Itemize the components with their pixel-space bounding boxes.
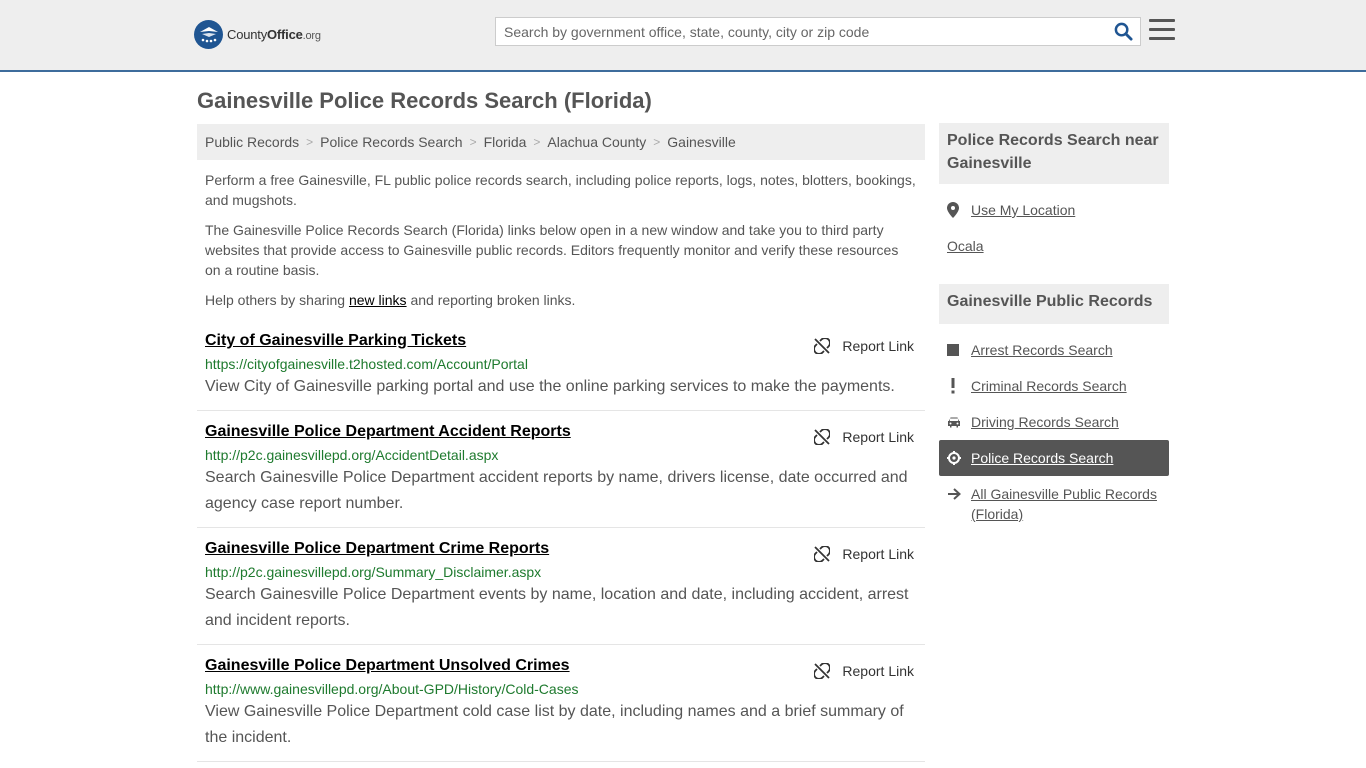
map-pin-icon (947, 200, 971, 220)
sidebar-records-heading: Gainesville Public Records (939, 284, 1169, 324)
sidebar-item-label: Police Records Search (971, 450, 1114, 466)
logo-brand-part1: County (227, 27, 267, 42)
listing-url: http://p2c.gainesvillepd.org/AccidentDet… (205, 447, 499, 463)
listing-title-link[interactable]: Gainesville Police Department Crime Repo… (205, 539, 549, 559)
broken-link-icon (814, 546, 831, 562)
sidebar-item-arrest-records[interactable]: Arrest Records Search (939, 340, 1169, 360)
hamburger-menu-icon[interactable] (1149, 19, 1175, 43)
listing-title-link[interactable]: City of Gainesville Parking Tickets (205, 331, 466, 351)
sidebar-item-criminal-records[interactable]: Criminal Records Search (939, 376, 1169, 396)
listing-item: City of Gainesville Parking Tickets Repo… (197, 329, 925, 411)
intro-p3-after: and reporting broken links. (406, 292, 576, 308)
sidebar-item-driving-records[interactable]: Driving Records Search (939, 412, 1169, 432)
use-my-location-label: Use My Location (971, 202, 1076, 218)
sidebar-item-all-public-records[interactable]: All Gainesville Public Records (Florida) (939, 484, 1169, 524)
nearby-city-ocala-link[interactable]: Ocala (939, 236, 1169, 256)
breadcrumb-gainesville[interactable]: Gainesville (667, 134, 735, 150)
report-link-label: Report Link (842, 429, 914, 445)
listing-item: Gainesville Police Department Unsolved C… (197, 654, 925, 762)
logo-emblem-icon (194, 20, 223, 49)
report-link-label: Report Link (842, 546, 914, 562)
broken-link-icon (814, 663, 831, 679)
breadcrumb-florida[interactable]: Florida (484, 134, 527, 150)
breadcrumb-separator-icon: > (653, 135, 661, 149)
sidebar-item-label: Arrest Records Search (971, 342, 1113, 358)
intro-text: Perform a free Gainesville, FL public po… (197, 170, 925, 310)
listing-url: http://p2c.gainesvillepd.org/Summary_Dis… (205, 564, 542, 580)
breadcrumb-separator-icon: > (533, 135, 541, 149)
report-link-button[interactable]: Report Link (814, 338, 914, 354)
sidebar-item-label: Driving Records Search (971, 414, 1119, 430)
report-link-button[interactable]: Report Link (814, 663, 914, 679)
intro-paragraph-2: The Gainesville Police Records Search (F… (205, 222, 899, 278)
sidebar-item-police-records[interactable]: Police Records Search (939, 440, 1169, 476)
report-link-label: Report Link (842, 338, 914, 354)
site-header: CountyOffice.org (0, 0, 1366, 72)
report-link-button[interactable]: Report Link (814, 429, 914, 445)
sidebar-item-label: Criminal Records Search (971, 378, 1127, 394)
broken-link-icon (814, 429, 831, 445)
sidebar-near-heading: Police Records Search near Gainesville (939, 123, 1169, 184)
main-content: Public Records > Police Records Search >… (197, 124, 925, 310)
listing-title-link[interactable]: Gainesville Police Department Unsolved C… (205, 656, 570, 676)
sidebar: Police Records Search near Gainesville U… (939, 123, 1169, 524)
breadcrumb: Public Records > Police Records Search >… (197, 124, 925, 160)
search-icon (1114, 22, 1133, 41)
breadcrumb-separator-icon: > (306, 135, 314, 149)
car-icon (947, 412, 971, 432)
listing-description: View Gainesville Police Department cold … (205, 703, 904, 746)
listing-title-link[interactable]: Gainesville Police Department Accident R… (205, 422, 571, 442)
report-link-button[interactable]: Report Link (814, 546, 914, 562)
search-button[interactable] (1106, 18, 1140, 45)
search-input[interactable] (496, 18, 1106, 45)
listing-url: http://www.gainesvillepd.org/About-GPD/H… (205, 681, 579, 697)
listing-item: Gainesville Police Department Crime Repo… (197, 537, 925, 645)
breadcrumb-alachua-county[interactable]: Alachua County (547, 134, 646, 150)
broken-link-icon (814, 338, 831, 354)
sidebar-item-label: All Gainesville Public Records (Florida) (971, 486, 1157, 522)
listing-description: Search Gainesville Police Department acc… (205, 469, 908, 512)
logo-text: CountyOffice.org (227, 27, 321, 42)
listing-item: Gainesville Police Department Accident R… (197, 420, 925, 528)
listing-url: https://cityofgainesville.t2hosted.com/A… (205, 356, 528, 372)
report-link-label: Report Link (842, 663, 914, 679)
intro-paragraph-3: Help others by sharing new links and rep… (205, 290, 917, 310)
new-links-link[interactable]: new links (349, 292, 407, 308)
arrow-right-icon (947, 484, 971, 504)
intro-p3-before: Help others by sharing (205, 292, 349, 308)
site-logo[interactable]: CountyOffice.org (194, 20, 321, 49)
logo-tld: .org (302, 30, 321, 42)
search-bar (495, 17, 1141, 46)
intro-paragraph-1: Perform a free Gainesville, FL public po… (205, 172, 916, 208)
crosshair-icon (947, 448, 971, 468)
breadcrumb-police-records-search[interactable]: Police Records Search (320, 134, 462, 150)
exclamation-icon (947, 376, 971, 396)
listing-description: View City of Gainesville parking portal … (205, 378, 895, 395)
page-title: Gainesville Police Records Search (Flori… (197, 88, 652, 113)
square-icon (947, 340, 971, 360)
logo-brand-part2: Office (267, 27, 303, 42)
listing-description: Search Gainesville Police Department eve… (205, 586, 909, 629)
use-my-location-link[interactable]: Use My Location (939, 200, 1169, 220)
breadcrumb-public-records[interactable]: Public Records (205, 134, 299, 150)
breadcrumb-separator-icon: > (469, 135, 477, 149)
